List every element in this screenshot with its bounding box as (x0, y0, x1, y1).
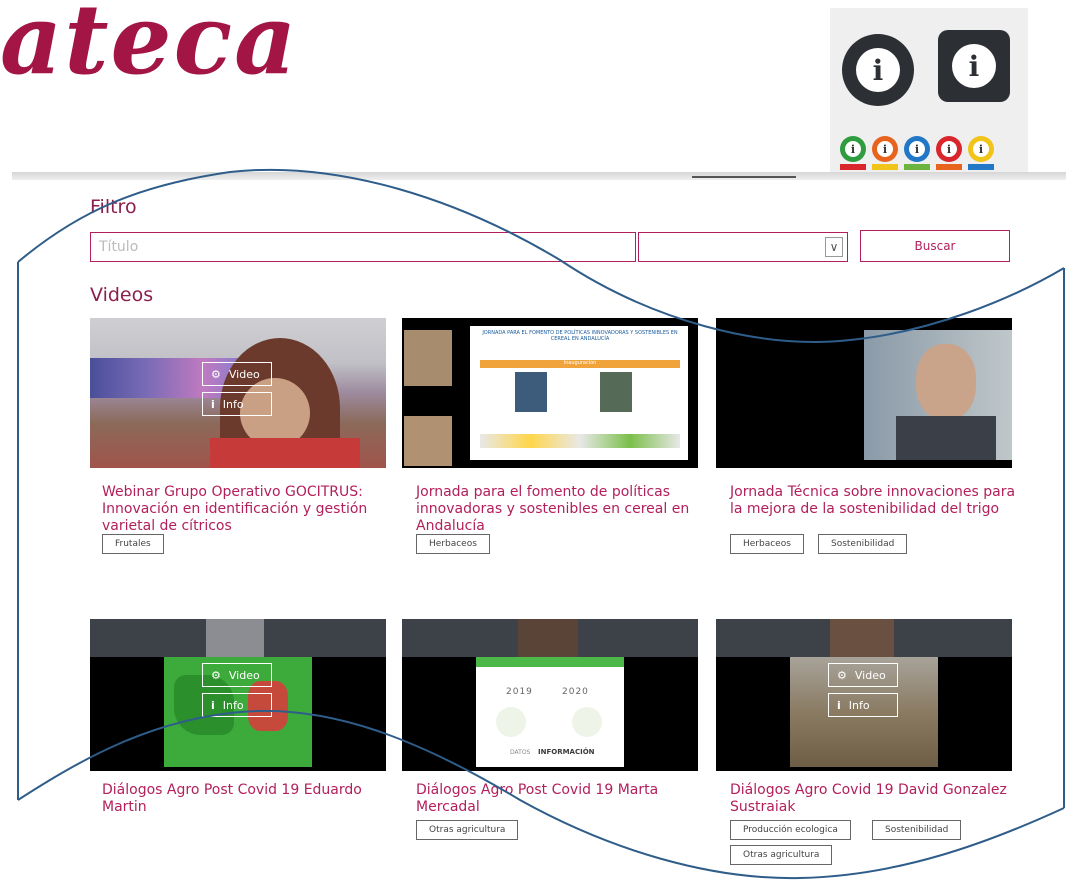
play-video-button[interactable]: ⚙ Video (202, 663, 272, 687)
tag-chip[interactable]: Otras agricultura (416, 820, 519, 840)
info-square-icon: i (938, 30, 1010, 102)
info-icons-graphic: i i iiiii (830, 8, 1028, 172)
video-title[interactable]: Jornada para el fomento de políticas inn… (416, 484, 712, 535)
title-search-input[interactable]: Título (90, 232, 636, 262)
color-strip (840, 164, 994, 170)
video-thumbnail[interactable]: JORNADA PARA EL FOMENTO DE POLÍTICAS INN… (402, 318, 698, 468)
info-dot-icon: i (936, 136, 962, 162)
video-title[interactable]: Webinar Grupo Operativo GOCITRUS: Innova… (102, 484, 398, 535)
filter-heading: Filtro (90, 196, 137, 218)
tag-chip[interactable]: Herbaceos (416, 534, 490, 554)
info-dot-icon: i (840, 136, 866, 162)
info-dot-icon: i (872, 136, 898, 162)
video-thumbnail[interactable]: ⚙ Video i Info (90, 318, 386, 468)
video-title[interactable]: Jornada Técnica sobre innovaciones para … (730, 484, 1026, 518)
video-title[interactable]: Diálogos Agro Covid 19 David Gonzalez Su… (730, 782, 1026, 816)
info-button[interactable]: i Info (828, 693, 898, 717)
chevron-down-icon[interactable]: ∨ (825, 237, 843, 257)
info-dots-row: iiiii (840, 136, 994, 162)
gear-icon: ⚙ (211, 367, 221, 381)
videos-heading: Videos (90, 284, 154, 306)
tag-chip[interactable]: Otras agricultura (730, 845, 833, 865)
info-icon: i (211, 698, 215, 712)
category-select[interactable]: ∨ (638, 232, 848, 262)
gear-icon: ⚙ (837, 668, 847, 682)
info-icon: i (837, 698, 841, 712)
play-video-button[interactable]: ⚙ Video (202, 362, 272, 386)
tag-chip[interactable]: Producción ecologica (730, 820, 851, 840)
color-strip-segment (840, 164, 866, 170)
video-title[interactable]: Diálogos Agro Post Covid 19 Eduardo Mart… (102, 782, 398, 816)
gear-icon: ⚙ (211, 668, 221, 682)
site-logo: ateca (0, 0, 299, 96)
header-divider (12, 172, 1066, 180)
color-strip-segment (872, 164, 898, 170)
video-title[interactable]: Diálogos Agro Post Covid 19 Marta Mercad… (416, 782, 712, 816)
info-icon: i (211, 397, 215, 411)
info-dot-icon: i (904, 136, 930, 162)
info-dot-icon: i (968, 136, 994, 162)
tag-chip[interactable]: Herbaceos (730, 534, 804, 554)
play-video-button[interactable]: ⚙ Video (828, 663, 898, 687)
color-strip-segment (936, 164, 962, 170)
video-thumbnail[interactable]: 2019 2020 DATOS INFORMACIÓN (402, 619, 698, 771)
active-tab-indicator (692, 176, 796, 178)
video-thumbnail[interactable] (716, 318, 1012, 468)
color-strip-segment (968, 164, 994, 170)
tag-chip[interactable]: Sostenibilidad (818, 534, 908, 554)
tag-chip[interactable]: Sostenibilidad (872, 820, 962, 840)
info-button[interactable]: i Info (202, 392, 272, 416)
color-strip-segment (904, 164, 930, 170)
tag-chip[interactable]: Frutales (102, 534, 164, 554)
video-thumbnail[interactable]: ⚙ Video i Info (90, 619, 386, 771)
search-button[interactable]: Buscar (860, 230, 1010, 262)
info-button[interactable]: i Info (202, 693, 272, 717)
info-circle-icon: i (842, 34, 914, 106)
video-thumbnail[interactable]: ⚙ Video i Info (716, 619, 1012, 771)
